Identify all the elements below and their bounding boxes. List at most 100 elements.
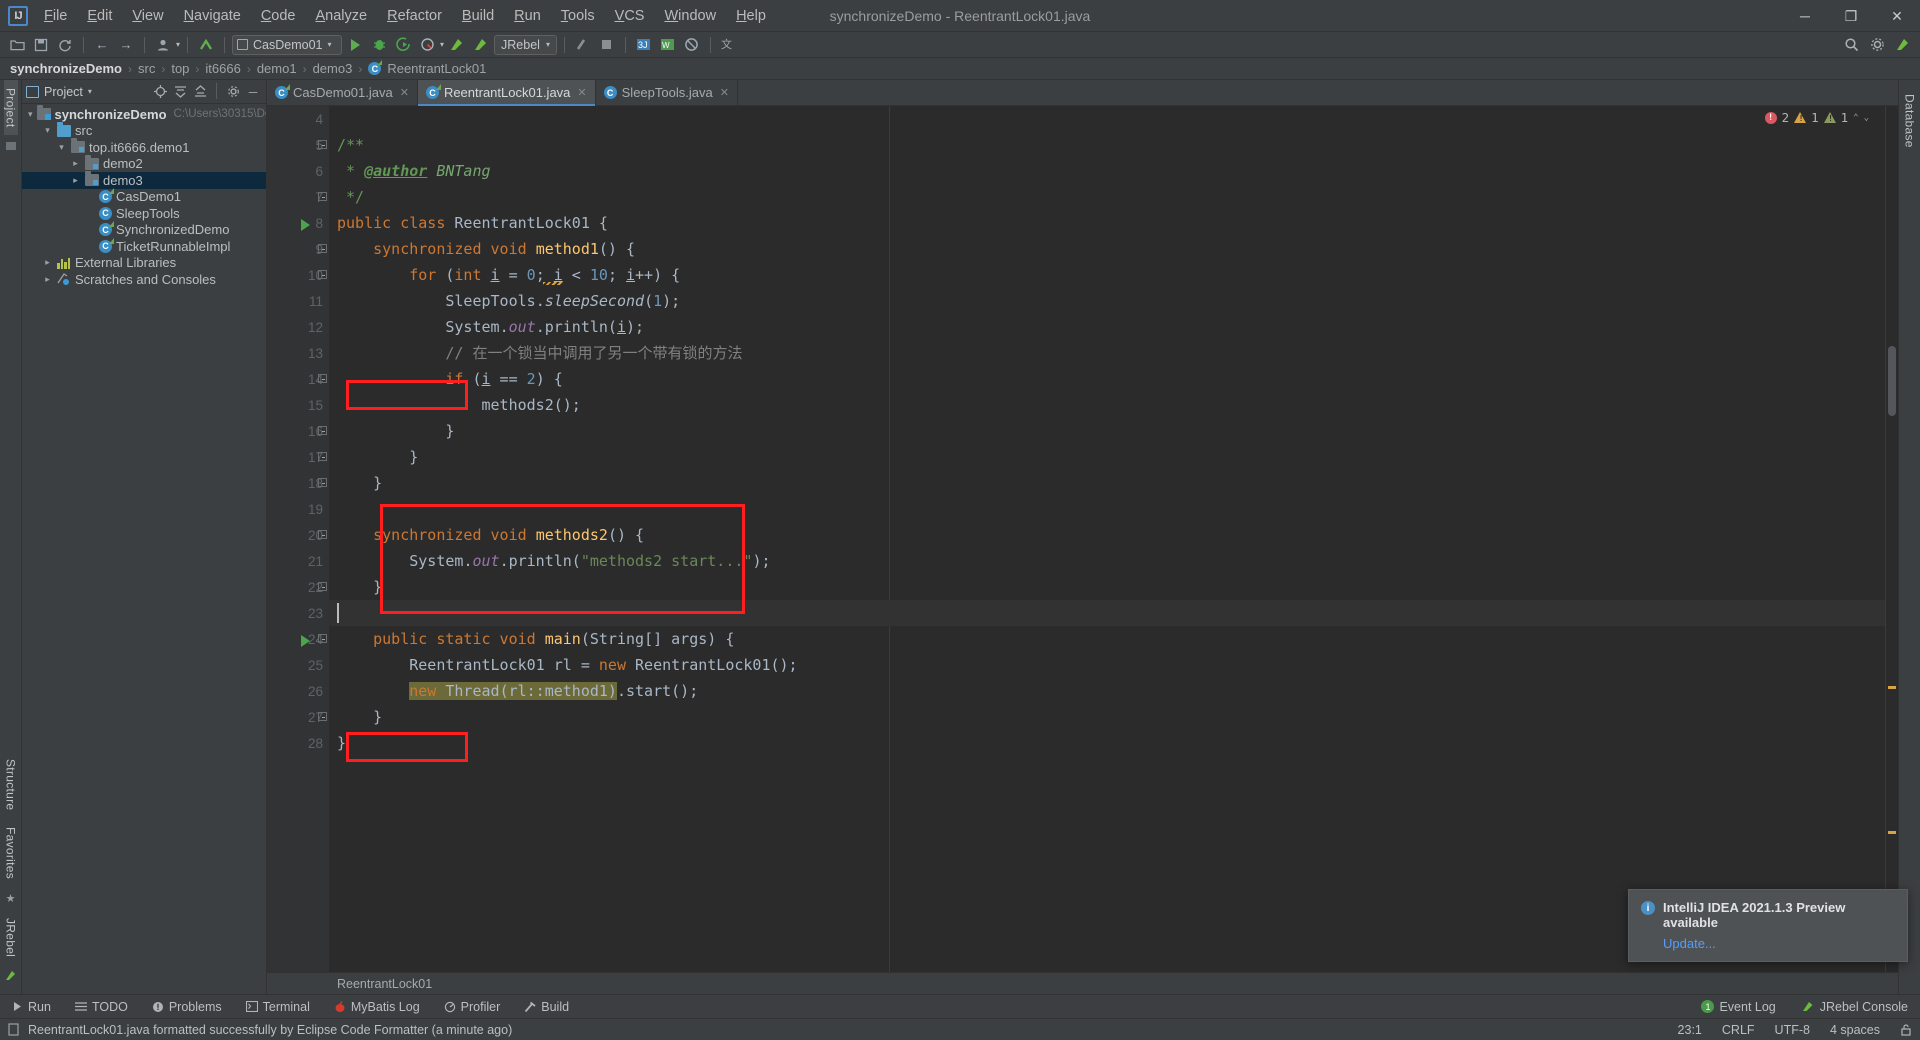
gutter-line-23[interactable]: 23 [267, 600, 329, 626]
stop-button[interactable] [596, 34, 618, 56]
sync-icon[interactable] [54, 34, 76, 56]
expand-all-icon[interactable] [171, 83, 189, 101]
hide-panel-icon[interactable]: ─ [244, 83, 262, 101]
code-line-16[interactable]: } [329, 418, 1885, 444]
code-fold-toggle-line-9[interactable] [318, 244, 327, 253]
breadcrumb-item-reentrantlock01[interactable]: ReentrantLock01 [387, 61, 486, 76]
chevron-down-icon[interactable] [56, 142, 67, 153]
jrebel-selector[interactable]: JRebel ▾ [494, 34, 557, 55]
code-content[interactable]: ! 2 1 1 ⌃ ⌄ /** * @author BNTang */publi… [329, 106, 1885, 972]
rail-item-jrebel[interactable]: JRebel [4, 910, 18, 965]
editor-tab-casdemo01-java[interactable]: C CasDemo01.java ✕ [267, 80, 418, 105]
breadcrumb-item-src[interactable]: src [138, 61, 155, 76]
breadcrumb-item-demo1[interactable]: demo1 [257, 61, 297, 76]
code-line-7[interactable]: */ [329, 184, 1885, 210]
editor-gutter[interactable]: 4 5 6 7 8 9 10 11 12 13 14 15 16 17 18 19 20 21 22 23 24 25 26… [267, 106, 329, 972]
project-tool-window[interactable]: Project ▾ ─ ▾ synchronizeDemo C:\Users\3… [22, 80, 267, 994]
code-line-25[interactable]: ReentrantLock01 rl = new ReentrantLock01… [329, 652, 1885, 678]
code-line-21[interactable]: System.out.println("methods2 start..."); [329, 548, 1885, 574]
code-fold-toggle-line-7[interactable] [318, 192, 327, 201]
gutter-line-21[interactable]: 21 [267, 548, 329, 574]
chevron-down-icon[interactable]: ⌄ [1864, 113, 1869, 123]
profile-caret-icon[interactable]: ▾ [176, 40, 180, 49]
tool-window-jrebel-console[interactable]: JRebel Console [1798, 998, 1912, 1016]
editor-marker-bar[interactable] [1885, 106, 1898, 972]
profile-run-button[interactable] [416, 34, 438, 56]
code-line-8[interactable]: public class ReentrantLock01 { [329, 210, 1885, 236]
chevron-right-icon[interactable] [42, 257, 53, 268]
gutter-line-12[interactable]: 12 [267, 314, 329, 340]
project-tree[interactable]: synchronizeDemo C:\Users\30315\Dow srctop.… [22, 104, 266, 994]
menu-item-file[interactable]: File [34, 4, 77, 28]
tool-window-todo[interactable]: TODO [71, 998, 132, 1016]
gutter-line-8[interactable]: 8 [267, 210, 329, 236]
editor-viewport[interactable]: 4 5 6 7 8 9 10 11 12 13 14 15 16 17 18 19 20 21 22 23 24 25 26… [267, 106, 1898, 972]
code-fold-toggle-line-27[interactable] [318, 712, 327, 721]
code-fold-toggle-line-5[interactable] [318, 140, 327, 149]
maximize-button[interactable]: ❐ [1828, 0, 1874, 32]
code-fold-toggle-line-20[interactable] [318, 530, 327, 539]
window-controls[interactable]: ─ ❐ ✕ [1782, 0, 1920, 31]
code-line-18[interactable]: } [329, 470, 1885, 496]
code-line-4[interactable] [329, 106, 1885, 132]
tool-window-terminal[interactable]: Terminal [242, 998, 314, 1016]
code-line-27[interactable]: } [329, 704, 1885, 730]
menu-item-help[interactable]: Help [726, 4, 776, 28]
tool-window-mybatis-log[interactable]: MyBatis Log [330, 998, 424, 1016]
collapse-all-icon[interactable] [191, 83, 209, 101]
editor-scroll-thumb[interactable] [1888, 346, 1896, 416]
run-configuration-selector[interactable]: CasDemo01 ▾ [232, 34, 343, 55]
run-with-coverage-button[interactable] [392, 34, 414, 56]
main-menu[interactable]: File Edit View Navigate Code Analyze Refactor B… [34, 4, 776, 28]
translate-icon[interactable]: 文 [718, 34, 740, 56]
code-line-19[interactable] [329, 496, 1885, 522]
gear-icon[interactable] [224, 83, 242, 101]
code-fold-toggle-line-17[interactable] [318, 452, 327, 461]
chevron-right-icon[interactable] [70, 158, 81, 169]
tree-node-synchronizedemo[interactable]: synchronizeDemo C:\Users\30315\Dow [22, 105, 266, 123]
inspection-widget[interactable]: ! 2 1 1 ⌃ ⌄ [1764, 110, 1869, 125]
menu-item-tools[interactable]: Tools [551, 4, 605, 28]
code-line-28[interactable]: } [329, 730, 1885, 756]
menu-item-window[interactable]: Window [654, 4, 726, 28]
chevron-down-icon[interactable] [42, 125, 53, 136]
code-line-6[interactable]: * @author BNTang [329, 158, 1885, 184]
code-line-14[interactable]: if (i == 2) { [329, 366, 1885, 392]
breadcrumb-item-it6666[interactable]: it6666 [205, 61, 240, 76]
file-encoding[interactable]: UTF-8 [1775, 1023, 1810, 1037]
main-toolbar[interactable]: ← → ▾ CasDemo01 ▾ ▾ JRebel ▾ 3J W 文 [0, 32, 1920, 58]
unlocked-icon[interactable] [1900, 1023, 1912, 1036]
tree-node-demo2[interactable]: demo2 [22, 154, 266, 173]
menu-item-view[interactable]: View [122, 4, 173, 28]
close-icon[interactable]: ✕ [400, 86, 409, 99]
code-fold-toggle-line-10[interactable] [318, 270, 327, 279]
menu-item-refactor[interactable]: Refactor [377, 4, 452, 28]
warning-marker[interactable] [1888, 831, 1896, 834]
run-button[interactable] [344, 34, 366, 56]
rail-item-structure[interactable]: Structure [4, 751, 18, 818]
update-arrow-icon[interactable] [195, 34, 217, 56]
database-tool-icon[interactable]: 3J [633, 34, 655, 56]
gutter-line-26[interactable]: 26 [267, 678, 329, 704]
forward-arrow-icon[interactable]: → [115, 34, 137, 56]
code-fold-toggle-line-16[interactable] [318, 426, 327, 435]
jrebel-debug-icon[interactable] [470, 34, 492, 56]
update-notification[interactable]: i IntelliJ IDEA 2021.1.3 Preview availab… [1628, 889, 1908, 962]
code-fold-toggle-line-24[interactable] [318, 634, 327, 643]
tool-window-bar[interactable]: Run TODO Problems Terminal MyBatis Log Profil… [0, 994, 1920, 1018]
code-line-24[interactable]: public static void main(String[] args) { [329, 626, 1885, 652]
jrebel-rail-icon[interactable] [5, 970, 17, 985]
tool-window-build[interactable]: Build [520, 998, 573, 1016]
breadcrumb-item-synchronizedemo[interactable]: synchronizeDemo [10, 61, 122, 76]
jrebel-run-icon[interactable] [446, 34, 468, 56]
gutter-line-25[interactable]: 25 [267, 652, 329, 678]
code-line-15[interactable]: methods2(); [329, 392, 1885, 418]
chevron-down-icon[interactable] [28, 109, 33, 120]
toolbar-right-group[interactable] [1840, 34, 1914, 56]
status-bar[interactable]: ReentrantLock01.java formatted successfu… [0, 1018, 1920, 1040]
locate-icon[interactable] [151, 83, 169, 101]
close-button[interactable]: ✕ [1874, 0, 1920, 32]
menu-item-vcs[interactable]: VCS [605, 4, 655, 28]
code-line-23[interactable] [329, 600, 1885, 626]
close-icon[interactable]: ✕ [720, 86, 729, 99]
